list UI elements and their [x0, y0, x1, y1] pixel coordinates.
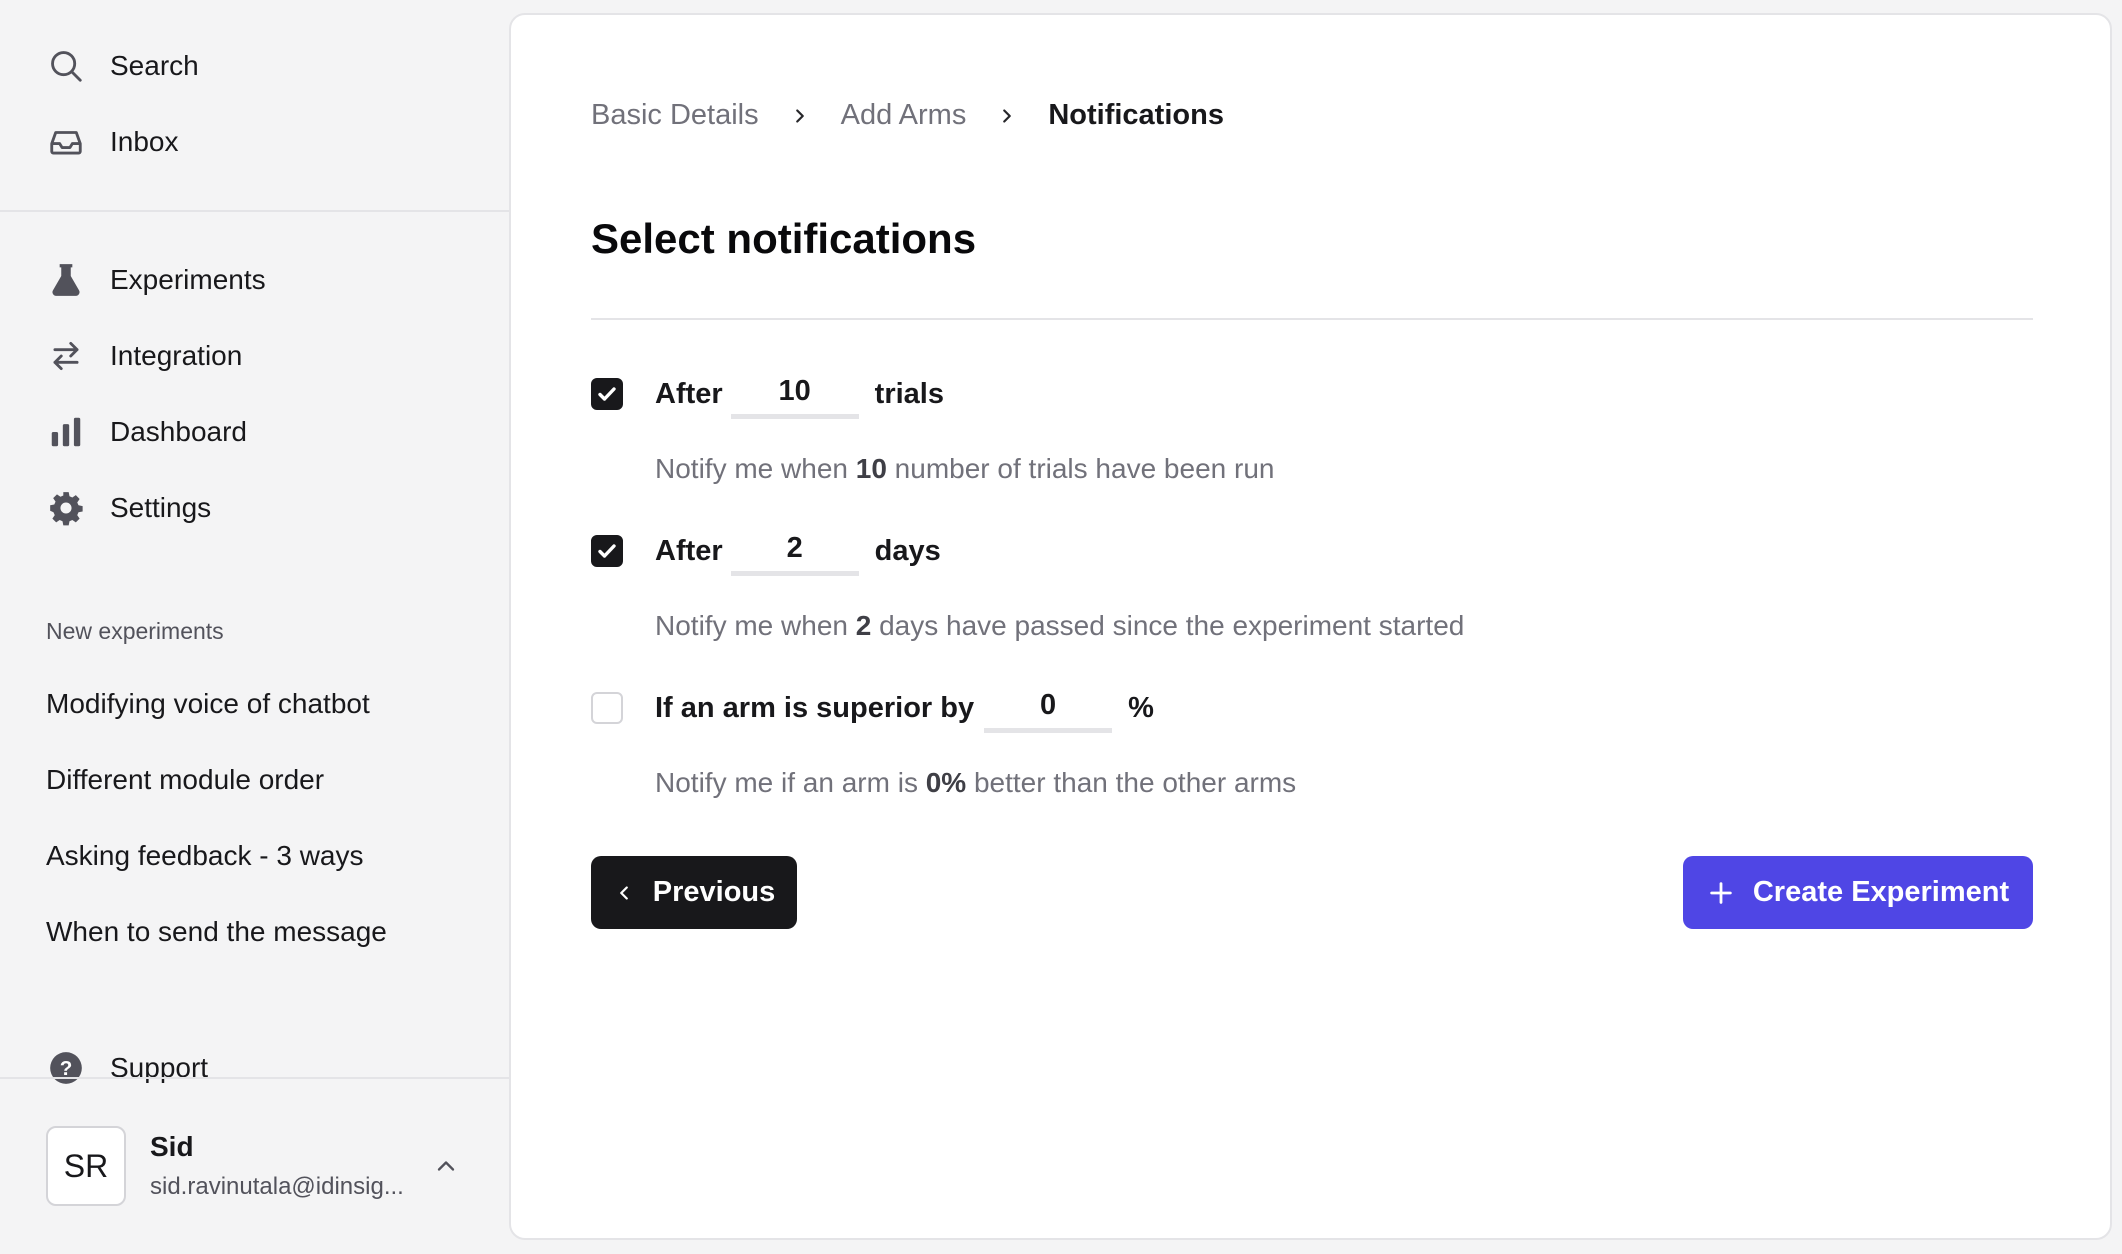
days-helper-post: days have passed since the experiment st…	[871, 610, 1465, 641]
notification-row-superior: If an arm is superior by %	[591, 678, 1154, 738]
days-checkbox[interactable]	[591, 535, 623, 567]
nav-settings[interactable]: Settings	[46, 478, 211, 538]
notification-row-trials: After trials	[591, 364, 944, 424]
previous-button-label: Previous	[652, 876, 776, 908]
page-title: Select notifications	[591, 215, 977, 262]
days-helper-value: 2	[855, 610, 872, 641]
breadcrumb-add-arms[interactable]: Add Arms	[841, 99, 967, 132]
experiment-item[interactable]: Modifying voice of chatbot	[46, 688, 370, 720]
user-name: Sid	[150, 1131, 194, 1162]
superior-helper-post: better than the other arms	[966, 767, 1297, 798]
sidebar-footer-divider	[0, 1077, 509, 1079]
superior-input[interactable]	[984, 683, 1113, 733]
notification-row-days: After days	[591, 521, 941, 581]
nav-integration[interactable]: Integration	[46, 326, 242, 386]
superior-prefix: If an arm is superior by	[655, 691, 975, 724]
chevron-right-icon	[996, 105, 1018, 127]
title-divider	[591, 318, 2033, 320]
superior-helper: Notify me if an arm is 0% better than th…	[655, 767, 1296, 799]
breadcrumb-notifications: Notifications	[1048, 99, 1224, 131]
main-panel: Basic Details Add Arms Notifications Sel…	[509, 13, 2112, 1240]
days-input[interactable]	[730, 526, 859, 576]
trials-input[interactable]	[730, 369, 859, 419]
question-circle-icon: ?	[46, 1048, 86, 1084]
trials-checkbox[interactable]	[591, 378, 623, 410]
nav-support-label: Support	[110, 1052, 209, 1083]
superior-suffix: %	[1128, 691, 1154, 724]
app-root: Search Inbox Experiments Integration Das…	[0, 0, 2122, 1254]
superior-helper-value: 0%	[925, 767, 967, 798]
nav-search[interactable]: Search	[46, 36, 199, 96]
nav-inbox[interactable]: Inbox	[46, 112, 179, 172]
nav-dashboard-label: Dashboard	[110, 416, 247, 447]
experiment-item[interactable]: When to send the message	[46, 916, 387, 948]
user-email: sid.ravinutala@idinsig...	[150, 1173, 404, 1200]
chevron-right-icon	[789, 105, 811, 127]
trials-suffix: trials	[874, 377, 944, 410]
experiment-item[interactable]: Asking feedback - 3 ways	[46, 840, 364, 872]
user-meta: Sid sid.ravinutala@idinsig...	[150, 1131, 404, 1201]
user-menu[interactable]: SR Sid sid.ravinutala@idinsig...	[46, 1126, 466, 1206]
check-icon	[598, 544, 616, 558]
breadcrumb-basic-details[interactable]: Basic Details	[591, 99, 759, 132]
nav-integration-label: Integration	[110, 340, 243, 371]
sidebar-divider	[0, 210, 509, 212]
trials-helper-value: 10	[855, 453, 887, 484]
days-helper: Notify me when 2 days have passed since …	[655, 610, 1464, 642]
superior-checkbox[interactable]	[591, 692, 623, 724]
trials-helper-pre: Notify me when	[655, 453, 856, 484]
nav-experiments-label: Experiments	[110, 264, 266, 295]
days-helper-pre: Notify me when	[655, 610, 856, 641]
sidebar: Search Inbox Experiments Integration Das…	[0, 0, 509, 1254]
nav-inbox-label: Inbox	[110, 126, 179, 157]
trials-helper-post: number of trials have been run	[886, 453, 1275, 484]
chevron-up-icon[interactable]	[432, 1152, 460, 1180]
gear-icon	[46, 488, 86, 528]
bar-chart-icon	[46, 412, 86, 452]
trials-prefix: After	[655, 377, 723, 410]
avatar: SR	[46, 1126, 126, 1206]
chevron-left-icon	[619, 885, 628, 900]
nav-dashboard[interactable]: Dashboard	[46, 402, 247, 462]
create-experiment-button-label: Create Experiment	[1752, 876, 2010, 908]
create-experiment-button[interactable]: Create Experiment	[1683, 856, 2033, 929]
nav-experiments[interactable]: Experiments	[46, 250, 266, 310]
flask-icon	[46, 260, 86, 300]
arrows-exchange-icon	[46, 336, 86, 376]
breadcrumb: Basic Details Add Arms Notifications	[591, 99, 1224, 132]
inbox-icon	[46, 122, 86, 162]
days-prefix: After	[655, 534, 723, 567]
nav-settings-label: Settings	[110, 492, 212, 523]
plus-icon	[1710, 881, 1732, 904]
previous-button[interactable]: Previous	[591, 856, 797, 929]
new-experiments-heading: New experiments	[46, 618, 224, 644]
nav-support[interactable]: ? Support	[46, 1038, 209, 1084]
search-icon	[46, 46, 86, 86]
superior-helper-pre: Notify me if an arm is	[655, 767, 926, 798]
check-icon	[598, 387, 616, 401]
nav-search-label: Search	[110, 50, 199, 81]
days-suffix: days	[874, 534, 941, 567]
trials-helper: Notify me when 10 number of trials have …	[655, 453, 1274, 485]
experiment-item[interactable]: Different module order	[46, 764, 324, 796]
